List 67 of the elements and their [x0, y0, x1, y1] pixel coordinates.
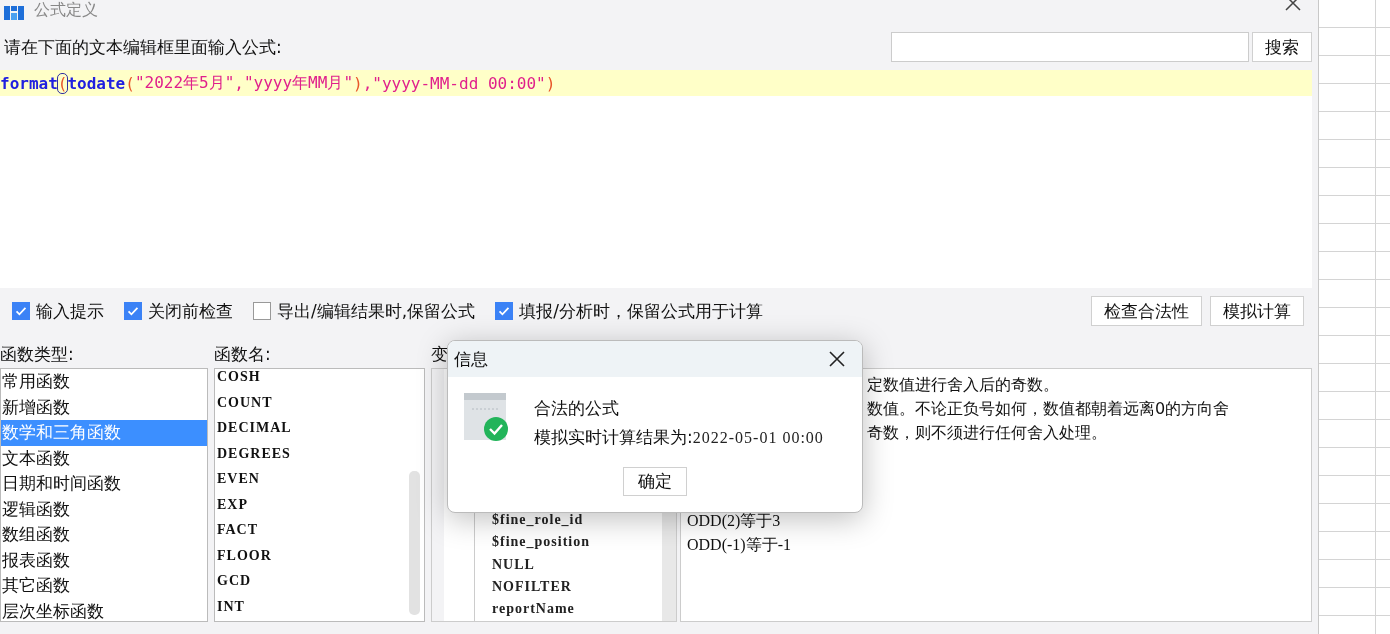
description-text: ODD(-1)等于-1: [687, 536, 791, 553]
result-label: 模拟实时计算结果为:: [534, 426, 693, 449]
app-logo-icon: [4, 4, 26, 18]
panel-label: 函数名:: [214, 343, 272, 366]
list-item[interactable]: DECIMAL: [215, 420, 424, 446]
tree-item[interactable]: $fine_role_id: [444, 509, 662, 532]
checkbox-label[interactable]: 输入提示: [36, 299, 104, 323]
parenthesis: ): [545, 73, 556, 93]
ok-button[interactable]: 确定: [623, 467, 687, 496]
list-item[interactable]: INT: [215, 598, 424, 621]
checkbox[interactable]: [495, 302, 514, 320]
dialog-message: 合法的公式: [534, 397, 620, 420]
scrollbar-thumb[interactable]: [409, 471, 420, 615]
tree-item[interactable]: NULL: [444, 553, 662, 576]
result-value: 2022-05-01 00:00: [692, 429, 824, 447]
string-literal: "yyyy-MM-dd 00:00": [372, 73, 546, 93]
action-button[interactable]: 检查合法性: [1091, 296, 1202, 326]
parenthesis: (: [57, 73, 68, 93]
list-item[interactable]: 日期和时间函数: [1, 471, 207, 497]
description-text: 奇数，则不须进行任何舍入处理。: [867, 423, 1107, 442]
list-item[interactable]: FACT: [215, 522, 424, 548]
checkbox-label[interactable]: 导出/编辑结果时,保留公式: [277, 299, 476, 323]
action-button[interactable]: 模拟计算: [1210, 296, 1304, 326]
tree-item[interactable]: reportName: [444, 598, 662, 621]
function-name: format: [0, 73, 58, 93]
list-item[interactable]: 其它函数: [1, 573, 207, 599]
list-item[interactable]: 逻辑函数: [1, 496, 207, 522]
close-icon[interactable]: [828, 350, 846, 368]
formula-editor[interactable]: format(todate("2022年5月","yyyy年MM月"),"yyyy-MM-dd 00:00"): [0, 70, 1312, 288]
tree-item[interactable]: $fine_position: [444, 531, 662, 554]
string-literal: "yyyy年MM月": [243, 72, 353, 94]
list-item[interactable]: 报表函数: [1, 547, 207, 573]
close-icon[interactable]: [1284, 0, 1302, 12]
search-button[interactable]: 搜索: [1252, 32, 1312, 62]
parenthesis: (: [125, 73, 135, 93]
string-literal: ,: [234, 73, 244, 93]
list-item[interactable]: 常用函数: [1, 369, 207, 395]
checkbox-label[interactable]: 关闭前检查: [148, 299, 233, 323]
list-item[interactable]: EVEN: [215, 471, 424, 497]
description-text: ODD(2)等于3: [687, 512, 781, 529]
window-title: 公式定义: [34, 2, 98, 18]
list-item[interactable]: 新增函数: [1, 394, 207, 420]
list-item[interactable]: COUNT: [215, 394, 424, 420]
panel-label: 变: [431, 344, 448, 364]
function-name: todate: [67, 73, 126, 93]
list-item[interactable]: 文本函数: [1, 445, 207, 471]
list-item[interactable]: FLOOR: [215, 547, 424, 573]
checkbox[interactable]: [124, 302, 142, 320]
checkbox[interactable]: [12, 302, 30, 320]
description-text: 数值。不论正负号如何，数值都朝着远离0的方向舍: [867, 399, 1230, 418]
dialog-title: 信息: [454, 347, 488, 371]
list-item[interactable]: 数组函数: [1, 522, 207, 548]
list-item[interactable]: COSH: [215, 369, 424, 395]
list-item[interactable]: EXP: [215, 496, 424, 522]
prompt-label: 请在下面的文本编辑框里面输入公式:: [4, 35, 283, 59]
string-literal: ,: [362, 73, 373, 93]
string-literal: "2022年5月": [134, 72, 235, 94]
checkbox-label[interactable]: 填报/分析时，保留公式用于计算: [519, 299, 763, 323]
description-text: 定数值进行舍入后的奇数。: [867, 375, 1059, 394]
panel-label: 函数类型:: [0, 343, 75, 366]
parenthesis: ): [353, 73, 363, 93]
list-item[interactable]: 层次坐标函数: [1, 598, 207, 621]
search-field[interactable]: [891, 32, 1249, 62]
tree-item[interactable]: NOFILTER: [444, 575, 662, 599]
checkbox[interactable]: [253, 302, 271, 320]
list-item[interactable]: DEGREES: [215, 445, 424, 471]
list-item[interactable]: GCD: [215, 573, 424, 599]
